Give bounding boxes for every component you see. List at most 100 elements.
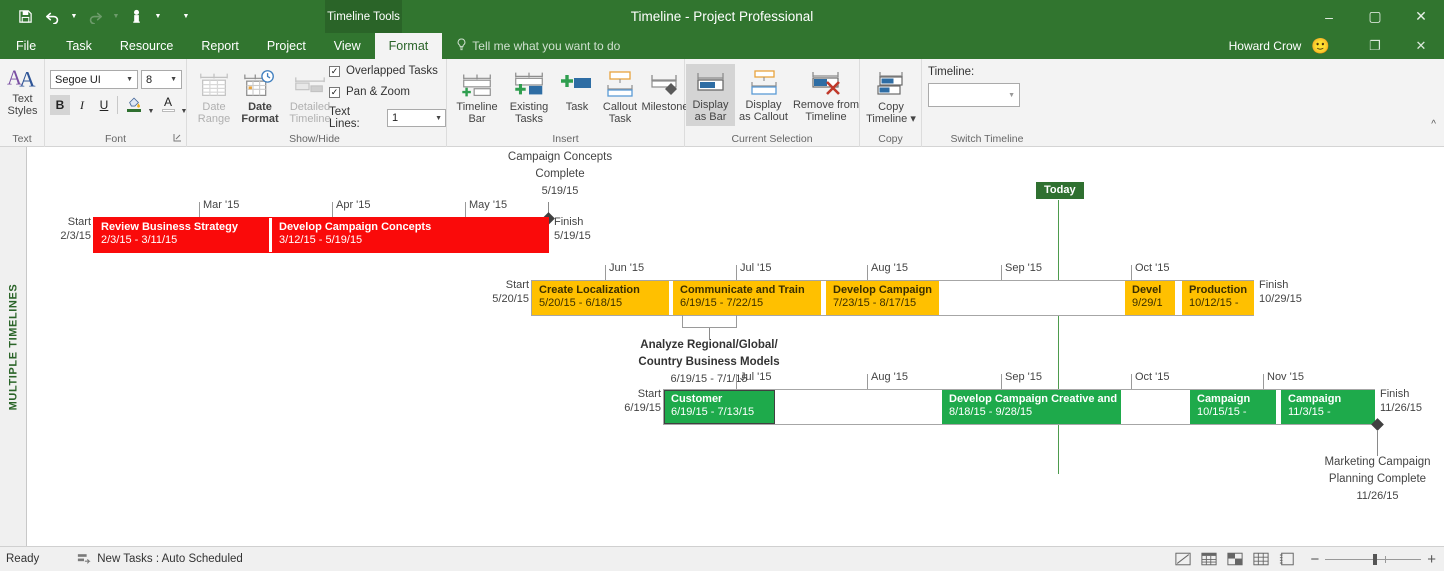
close-document-button[interactable]: ✕ — [1398, 33, 1444, 59]
background-color-button[interactable] — [123, 93, 145, 115]
timeline-3-bar-1[interactable]: Customer 6/19/15 - 7/13/15 — [664, 390, 775, 424]
timeline-row-3[interactable]: Jul '15 Aug '15 Sep '15 Oct '15 Nov '15 … — [27, 372, 1444, 492]
ribbon-tab-bar: File Task Resource Report Project View F… — [0, 33, 1444, 59]
save-icon[interactable] — [12, 5, 38, 29]
text-styles-button[interactable]: A A Text Styles — [2, 63, 43, 117]
font-size-input[interactable]: 8 ▼ — [141, 70, 182, 89]
timeline-2-bar-5[interactable]: Production 10/12/15 - — [1182, 281, 1254, 315]
tab-file[interactable]: File — [0, 33, 52, 59]
timeline-2-bar-3[interactable]: Develop Campaign 7/23/15 - 8/17/15 — [826, 281, 939, 315]
zoom-slider[interactable] — [1325, 559, 1421, 560]
account-name[interactable]: Howard Crow — [1229, 39, 1312, 53]
display-as-bar-button[interactable]: Display as Bar — [686, 64, 735, 126]
timeline-view: MULTIPLE TIMELINES Today Campaign Concep… — [0, 147, 1444, 546]
zoom-in-button[interactable]: + — [1427, 551, 1436, 568]
collapse-ribbon-button[interactable]: ^ — [1431, 119, 1436, 130]
text-lines-select[interactable]: 1 ▼ — [387, 109, 446, 127]
undo-icon[interactable] — [40, 5, 66, 29]
timeline-row-1[interactable]: Campaign Concepts Complete 5/19/15 Mar '… — [27, 147, 1444, 257]
remove-from-timeline-button[interactable]: Remove from Timeline — [792, 67, 860, 123]
timeline-2-bar-2[interactable]: Communicate and Train 6/19/15 - 7/22/15 — [673, 281, 821, 315]
task-usage-view-icon[interactable] — [1196, 549, 1222, 569]
tab-view[interactable]: View — [320, 33, 375, 59]
overlapped-tasks-checkbox[interactable]: ✓ Overlapped Tasks — [329, 65, 438, 77]
timeline-1-bar-1[interactable]: Review Business Strategy 2/3/15 - 3/11/1… — [94, 218, 269, 252]
title-bar: ▼ ▼ ▼ ▼ Timeline Tools Timeline - Projec… — [0, 0, 1444, 33]
timeline-3-finish-label: Finish — [1380, 387, 1422, 401]
ribbon-group-switch-timeline: Timeline: ▼ Switch Timeline — [922, 59, 1052, 147]
minimize-button[interactable]: – — [1306, 0, 1352, 33]
timeline-3-bar-4[interactable]: Campaign 11/3/15 - — [1281, 390, 1375, 424]
display-as-bar-icon — [694, 67, 728, 99]
italic-button[interactable]: I — [72, 95, 92, 115]
zoom-out-button[interactable]: − — [1310, 551, 1319, 568]
ribbon-group-current-selection: Display as Bar Display as Callout — [685, 59, 860, 147]
timeline-canvas[interactable]: Today Campaign Concepts Complete 5/19/15… — [27, 147, 1444, 546]
timeline-1-bar-2[interactable]: Develop Campaign Concepts 3/12/15 - 5/19… — [272, 218, 548, 252]
reports-view-icon[interactable] — [1274, 549, 1300, 569]
background-color-swatch — [127, 109, 141, 112]
date-format-button[interactable]: Date Format — [236, 67, 284, 125]
touch-mode-icon[interactable] — [124, 5, 150, 29]
restore-window-button[interactable]: ❐ — [1352, 33, 1398, 59]
bold-button[interactable]: B — [50, 95, 70, 115]
touch-mode-dropdown-icon[interactable]: ▼ — [152, 5, 164, 29]
display-as-bar-label-2: as Bar — [695, 111, 727, 123]
pan-and-zoom-checkbox[interactable]: ✓ Pan & Zoom — [329, 86, 410, 98]
display-as-callout-button[interactable]: Display as Callout — [735, 67, 792, 123]
insert-task-label-1: Task — [566, 101, 589, 113]
customize-qat-icon[interactable]: ▼ — [180, 5, 192, 29]
tab-report[interactable]: Report — [187, 33, 253, 59]
callout-task-button[interactable]: Callout Task — [596, 67, 644, 125]
timeline-2-bar-4[interactable]: Devel 9/29/1 — [1125, 281, 1175, 315]
text-lines-control[interactable]: Text Lines: 1 ▼ — [329, 106, 446, 130]
copy-timeline-label-1: Copy — [878, 101, 904, 113]
font-color-swatch — [162, 109, 175, 112]
font-color-button[interactable]: A — [158, 93, 178, 115]
timeline-2-tick-3 — [867, 265, 868, 280]
switch-timeline-field-label: Timeline: — [928, 66, 974, 78]
existing-tasks-button[interactable]: Existing Tasks — [503, 67, 555, 125]
date-format-label-2: Format — [241, 113, 278, 125]
tab-project[interactable]: Project — [253, 33, 320, 59]
chevron-down-icon[interactable]: ▼ — [126, 76, 137, 83]
zoom-slider-thumb[interactable] — [1373, 554, 1377, 565]
font-name-input[interactable]: Segoe UI ▼ — [50, 70, 138, 89]
undo-dropdown-icon[interactable]: ▼ — [68, 5, 80, 29]
timeline-1-bar-2-dates: 3/12/15 - 5/19/15 — [279, 234, 548, 247]
timeline-3-tick-label-5: Nov '15 — [1267, 371, 1304, 383]
zoom-control[interactable]: − + — [1300, 551, 1436, 568]
copy-timeline-button[interactable]: Copy Timeline ▾ — [860, 67, 922, 125]
milestone-button[interactable]: Milestone — [643, 67, 687, 113]
team-planner-view-icon[interactable] — [1222, 549, 1248, 569]
timeline-2-callout-bracket — [682, 315, 737, 328]
insert-task-button[interactable]: Task — [558, 67, 596, 113]
chevron-down-icon[interactable]: ▼ — [1008, 92, 1019, 99]
group-label-show-hide: Show/Hide — [187, 133, 442, 145]
timeline-bar-button[interactable]: Timeline Bar — [451, 67, 503, 125]
chevron-down-icon[interactable]: ▼ — [435, 115, 445, 122]
detailed-timeline-icon — [292, 67, 328, 101]
timeline-3-tick-4 — [1131, 374, 1132, 389]
timeline-1-finish-date: 5/19/15 — [554, 229, 591, 243]
insert-task-icon — [560, 67, 594, 101]
tab-format[interactable]: Format — [375, 33, 443, 59]
chevron-down-icon[interactable]: ▼ — [170, 76, 181, 83]
tab-task[interactable]: Task — [52, 33, 106, 59]
underline-button[interactable]: U — [94, 95, 114, 115]
switch-timeline-select[interactable]: ▼ — [928, 83, 1020, 107]
maximize-button[interactable]: ▢ — [1352, 0, 1398, 33]
timeline-row-2[interactable]: Jun '15 Jul '15 Aug '15 Sep '15 Oct '15 … — [27, 257, 1444, 372]
smiley-feedback-icon[interactable]: 🙂 — [1311, 37, 1352, 55]
timeline-2-bar-1[interactable]: Create Localization 5/20/15 - 6/18/15 — [532, 281, 669, 315]
background-color-dropdown-icon[interactable]: ▼ — [145, 99, 157, 123]
timeline-3-bar-3[interactable]: Campaign 10/15/15 - — [1190, 390, 1276, 424]
gantt-chart-view-icon[interactable] — [1170, 549, 1196, 569]
tab-resource[interactable]: Resource — [106, 33, 188, 59]
resource-sheet-view-icon[interactable] — [1248, 549, 1274, 569]
window-title: Timeline - Project Professional — [0, 0, 1444, 33]
close-button[interactable]: ✕ — [1398, 0, 1444, 33]
timeline-3-bar-2[interactable]: Develop Campaign Creative and 8/18/15 - … — [942, 390, 1121, 424]
detailed-timeline-label-1: Detailed — [290, 101, 330, 113]
tell-me-search[interactable]: Tell me what you want to do — [442, 33, 620, 59]
